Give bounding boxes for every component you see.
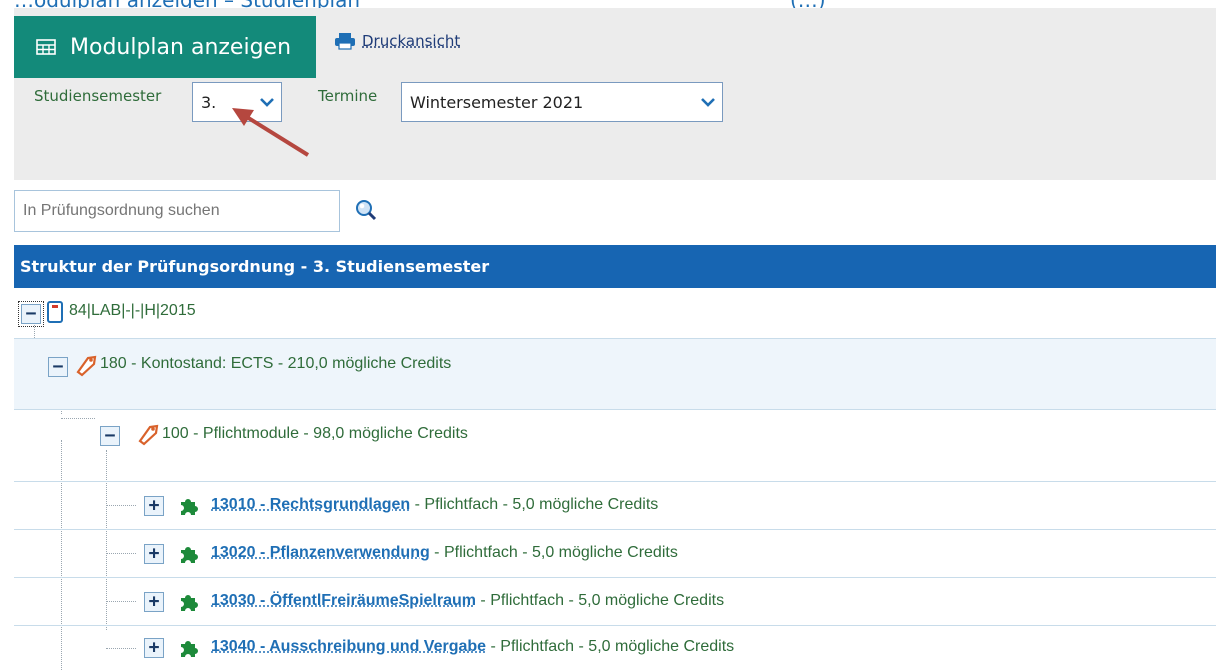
termine-select-value: Wintersemester 2021 [410, 92, 584, 112]
print-view-label: Druckansicht [362, 32, 461, 50]
puzzle-piece-icon [181, 595, 198, 611]
page-header-right: (…) [790, 0, 826, 8]
puzzle-piece-icon [181, 641, 198, 657]
module-link[interactable]: 13040 - Ausschreibung und Vergabe [211, 638, 486, 655]
annotation-arrow-icon [232, 108, 310, 157]
tree-row-level2: − 100 - Pflichtmodule - 98,0 mögliche Cr… [14, 410, 1216, 482]
collapse-toggle[interactable]: − [100, 426, 120, 446]
module-text: 13010 - Rechtsgrundlagen - Pflichtfach -… [211, 496, 658, 514]
modulplan-button[interactable]: Modulplan anzeigen [14, 16, 316, 78]
tag-icon [76, 355, 97, 377]
modulplan-button-label: Modulplan anzeigen [70, 34, 292, 60]
print-view-link[interactable]: Druckansicht [334, 32, 460, 50]
module-details: - Pflichtfach - 5,0 mögliche Credits [410, 496, 659, 513]
tree-row-module: + 13020 - Pflanzenverwendung - Pflichtfa… [14, 530, 1216, 578]
module-details: - Pflichtfach - 5,0 mögliche Credits [486, 638, 735, 655]
termine-label: Termine [318, 87, 378, 105]
tree-header: Struktur der Prüfungsordnung - 3. Studie… [14, 245, 1216, 288]
module-text: 13020 - Pflanzenverwendung - Pflichtfach… [211, 544, 678, 562]
expand-toggle[interactable]: + [144, 638, 164, 658]
search-icon[interactable] [355, 199, 377, 221]
semester-label: Studiensemester [34, 87, 162, 105]
module-text: 13030 - ÖffentlFreiräumeSpielraum - Pfli… [211, 592, 724, 610]
toolbar: Modulplan anzeigen Druckansicht Studiens… [14, 8, 1216, 180]
termine-select[interactable]: Wintersemester 2021 [401, 82, 723, 122]
module-text: 13040 - Ausschreibung und Vergabe - Pfli… [211, 638, 734, 656]
module-details: - Pflichtfach - 5,0 mögliche Credits [429, 544, 678, 561]
collapse-toggle[interactable]: − [48, 357, 68, 377]
collapse-toggle[interactable]: − [18, 301, 44, 327]
module-details: - Pflichtfach - 5,0 mögliche Credits [475, 592, 725, 609]
expand-toggle[interactable]: + [144, 592, 164, 612]
tag-icon [138, 424, 159, 446]
chevron-down-icon [694, 97, 722, 107]
page-header-left: …odulplan anzeigen – Studienplan [14, 0, 360, 8]
level1-label: 180 - Kontostand: ECTS - 210,0 mögliche … [100, 355, 452, 372]
tree-row-root: − 84|LAB|-|-|H|2015 [14, 289, 1216, 338]
printer-icon [335, 33, 355, 50]
tree-row-module: + 13030 - ÖffentlFreiräumeSpielraum - Pf… [14, 578, 1216, 626]
search-input[interactable] [14, 190, 340, 232]
tree-title: Struktur der Prüfungsordnung - 3. Studie… [20, 257, 490, 276]
document-icon [47, 301, 63, 323]
level2-label: 100 - Pflichtmodule - 98,0 mögliche Cred… [162, 425, 468, 442]
page-header-fragment: …odulplan anzeigen – Studienplan (…) [0, 0, 1216, 8]
expand-toggle[interactable]: + [144, 544, 164, 564]
root-label: 84|LAB|-|-|H|2015 [69, 302, 196, 319]
puzzle-piece-icon [181, 547, 198, 563]
module-link[interactable]: 13020 - Pflanzenverwendung [211, 544, 430, 561]
tree-row-module: + 13040 - Ausschreibung und Vergabe - Pf… [14, 626, 1216, 670]
tree-row-module: + 13010 - Rechtsgrundlagen - Pflichtfach… [14, 482, 1216, 530]
tree-row-level1: − 180 - Kontostand: ECTS - 210,0 möglich… [14, 338, 1216, 410]
puzzle-piece-icon [181, 499, 198, 515]
module-link[interactable]: 13030 - ÖffentlFreiräumeSpielraum [211, 592, 476, 609]
expand-toggle[interactable]: + [144, 496, 164, 516]
table-icon [36, 39, 56, 55]
module-link[interactable]: 13010 - Rechtsgrundlagen [211, 496, 410, 513]
